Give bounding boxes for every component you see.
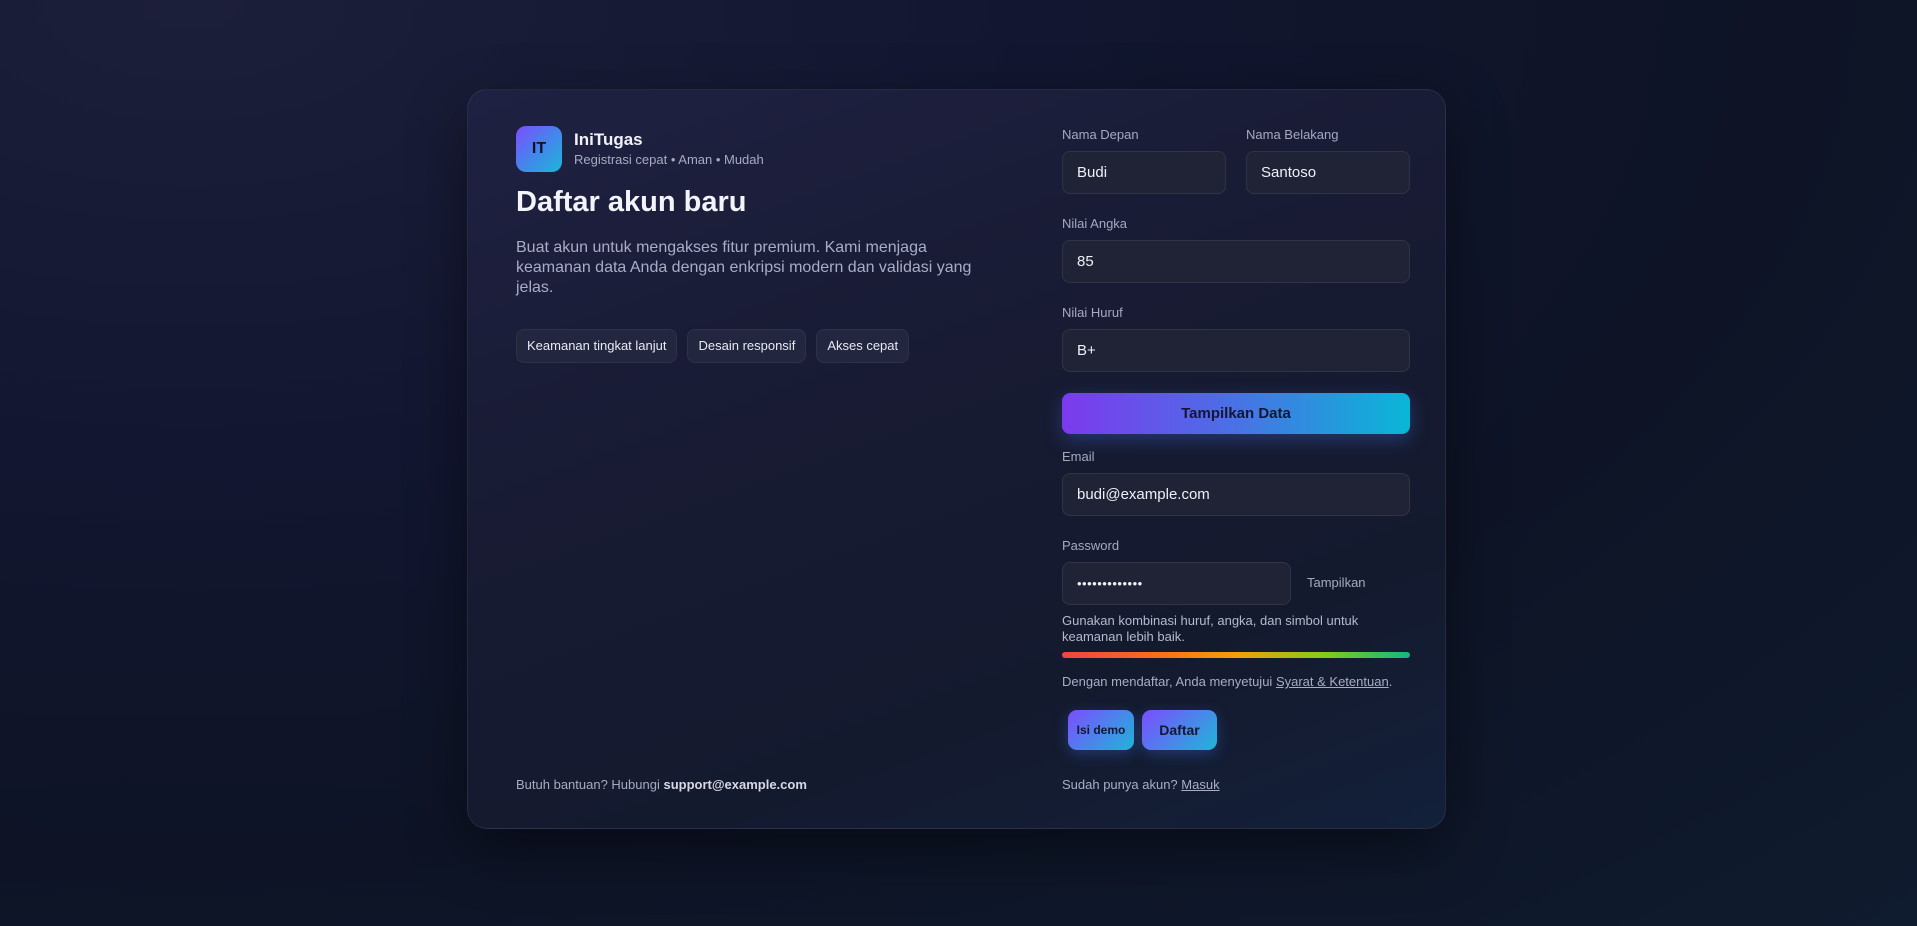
email-label: Email xyxy=(1062,449,1095,464)
fill-demo-button[interactable]: Isi demo xyxy=(1068,710,1134,750)
terms-prefix: Dengan mendaftar, Anda menyetujui xyxy=(1062,674,1276,689)
page-description: Buat akun untuk mengakses fitur premium.… xyxy=(516,239,972,296)
feature-chip-security: Keamanan tingkat lanjut xyxy=(516,329,678,363)
help-text: Butuh bantuan? Hubungi support@example.c… xyxy=(516,777,807,792)
support-email: support@example.com xyxy=(663,777,807,792)
terms-suffix: . xyxy=(1388,674,1393,689)
show-data-button[interactable]: Tampilkan Data xyxy=(1062,393,1410,434)
first-name-label: Nama Depan xyxy=(1062,127,1139,142)
brand-tagline: Registrasi cepat • Aman • Mudah xyxy=(574,152,764,167)
feature-chips: Keamanan tingkat lanjut Desain responsif… xyxy=(516,329,910,363)
first-name-input[interactable] xyxy=(1062,151,1226,194)
letter-grade-label: Nilai Huruf xyxy=(1062,305,1123,320)
email-input[interactable] xyxy=(1062,473,1410,516)
terms-text: Dengan mendaftar, Anda menyetujui Syarat… xyxy=(1062,674,1392,689)
login-prefix: Sudah punya akun? xyxy=(1062,777,1182,792)
page-title: Daftar akun baru xyxy=(516,186,747,218)
last-name-input[interactable] xyxy=(1246,151,1410,194)
help-prefix: Butuh bantuan? Hubungi xyxy=(516,777,664,792)
brand-text: IniTugas Registrasi cepat • Aman • Mudah xyxy=(574,130,764,168)
login-link[interactable]: Masuk xyxy=(1181,777,1219,792)
brand: IT IniTugas Registrasi cepat • Aman • Mu… xyxy=(516,126,764,172)
numeric-grade-label: Nilai Angka xyxy=(1062,216,1128,231)
letter-grade-input[interactable] xyxy=(1062,329,1410,372)
numeric-grade-input[interactable] xyxy=(1062,240,1410,283)
register-button[interactable]: Daftar xyxy=(1142,710,1217,750)
terms-link[interactable]: Syarat & Ketentuan xyxy=(1276,674,1389,689)
password-hint: Gunakan kombinasi huruf, angka, dan simb… xyxy=(1062,613,1359,644)
feature-chip-responsive: Desain responsif xyxy=(687,329,807,363)
registration-card: IT IniTugas Registrasi cepat • Aman • Mu… xyxy=(467,89,1446,829)
login-prompt: Sudah punya akun? Masuk xyxy=(1062,777,1220,792)
brand-logo: IT xyxy=(516,126,562,172)
password-label: Password xyxy=(1062,538,1120,553)
last-name-label: Nama Belakang xyxy=(1246,127,1339,142)
password-strength-bar xyxy=(1062,652,1410,658)
toggle-password-visibility[interactable]: Tampilkan xyxy=(1307,575,1366,590)
password-input[interactable] xyxy=(1062,562,1291,605)
brand-name: IniTugas xyxy=(574,130,643,149)
feature-chip-fast-access: Akses cepat xyxy=(816,329,910,363)
